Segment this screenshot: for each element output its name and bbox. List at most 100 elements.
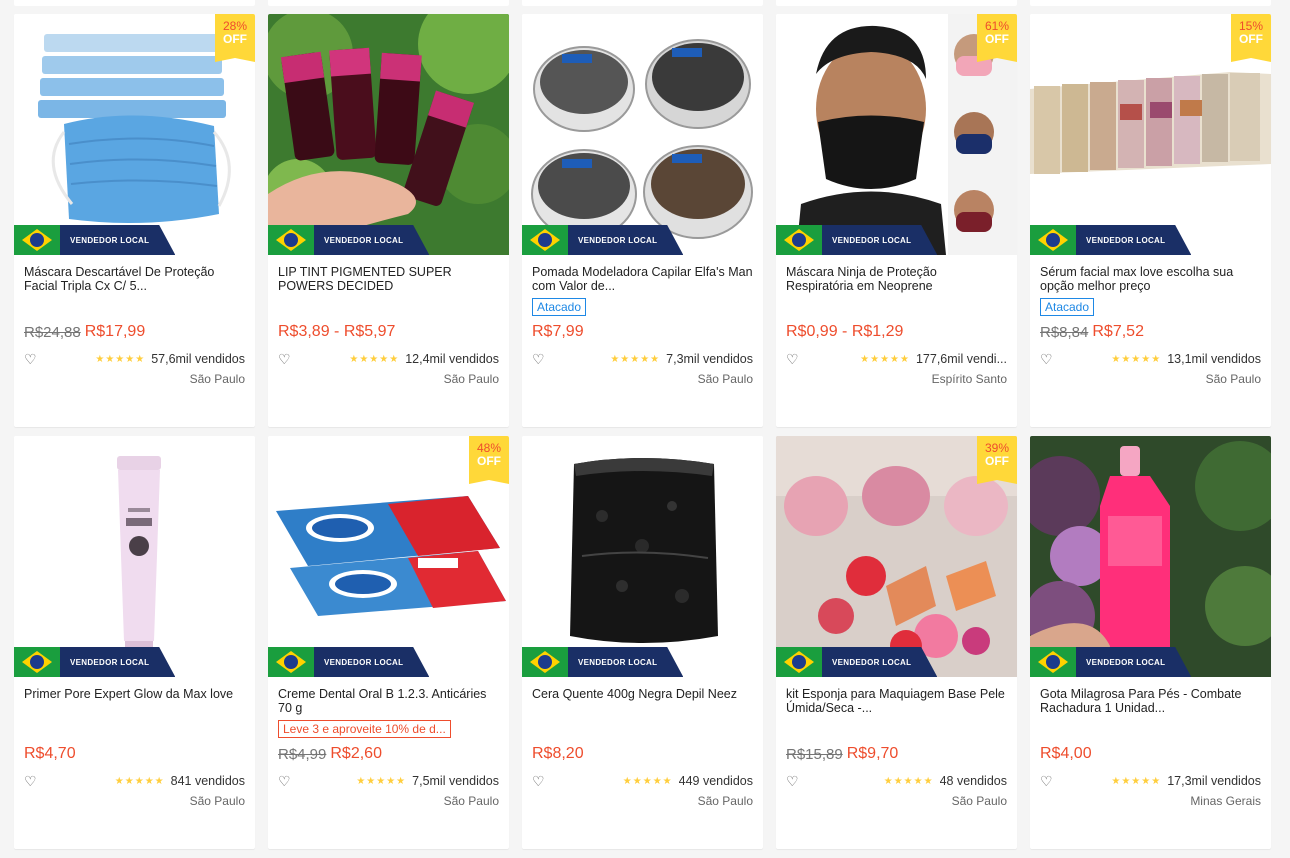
product-name[interactable]: Primer Pore Expert Glow da Max love	[24, 687, 245, 715]
sold-count: 7,5mil vendidos	[412, 774, 499, 788]
product-card[interactable]: 15% OFF VENDEDOR LOCAL Sérum facial max l…	[1030, 14, 1271, 427]
local-seller-badge: VENDEDOR LOCAL	[268, 647, 430, 677]
heart-icon[interactable]: ♡	[532, 774, 548, 788]
brazil-flag-icon	[268, 225, 314, 255]
seller-location: Espírito Santo	[931, 372, 1007, 386]
product-card[interactable]: 48% OFF VENDEDOR LOCAL Creme Dental Oral …	[268, 436, 509, 849]
brazil-flag-icon	[522, 225, 568, 255]
heart-icon[interactable]: ♡	[786, 352, 802, 366]
sold-count: 177,6mil vendi...	[915, 352, 1007, 366]
product-image[interactable]: 61% OFF VENDEDOR LOCAL	[776, 14, 1017, 255]
local-seller-badge: VENDEDOR LOCAL	[14, 225, 176, 255]
seller-location: São Paulo	[443, 372, 499, 386]
heart-icon[interactable]: ♡	[278, 774, 294, 788]
local-seller-badge: VENDEDOR LOCAL	[776, 225, 938, 255]
brazil-flag-icon	[522, 647, 568, 677]
heart-icon[interactable]: ♡	[24, 774, 40, 788]
heart-icon[interactable]: ♡	[278, 352, 294, 366]
product-name[interactable]: Pomada Modeladora Capilar Elfa's Man com…	[532, 265, 753, 293]
product-name[interactable]: Máscara Ninja de Proteção Respiratória e…	[786, 265, 1007, 293]
seller-location: Minas Gerais	[1190, 794, 1261, 808]
product-image[interactable]: VENDEDOR LOCAL	[1030, 436, 1271, 677]
local-seller-badge: VENDEDOR LOCAL	[1030, 647, 1192, 677]
sold-count: 17,3mil vendidos	[1167, 774, 1261, 788]
heart-icon[interactable]: ♡	[532, 352, 548, 366]
product-price: R$4,00	[1040, 745, 1092, 762]
local-seller-badge: VENDEDOR LOCAL	[1030, 225, 1192, 255]
rating-stars: ★★★★★	[349, 353, 400, 365]
product-price: R$9,70	[846, 745, 899, 762]
product-image[interactable]: VENDEDOR LOCAL	[522, 14, 763, 255]
product-price: R$2,60	[330, 745, 382, 762]
product-name[interactable]: Creme Dental Oral B 1.2.3. Anticáries 70…	[278, 687, 499, 715]
product-card[interactable]: VENDEDOR LOCAL Cera Quente 400g Negra De…	[522, 436, 763, 849]
product-card[interactable]: VENDEDOR LOCAL Pomada Modeladora Capilar…	[522, 14, 763, 427]
discount-badge: 48% OFF	[469, 436, 509, 484]
seller-location: São Paulo	[443, 794, 499, 808]
brazil-flag-icon	[776, 647, 822, 677]
product-name[interactable]: Máscara Descartável De Proteção Facial T…	[24, 265, 245, 293]
original-price: R$15,89	[786, 745, 843, 763]
product-price: R$0,99 - R$1,29	[786, 323, 904, 340]
heart-icon[interactable]: ♡	[1040, 352, 1056, 366]
local-seller-badge: VENDEDOR LOCAL	[14, 647, 176, 677]
wholesale-tag: Atacado	[532, 298, 587, 316]
original-price: R$24,88	[24, 323, 81, 341]
product-price: R$4,70	[24, 745, 76, 762]
seller-location: São Paulo	[697, 372, 753, 386]
product-name[interactable]: Sérum facial max love escolha sua opção …	[1040, 265, 1261, 293]
rating-stars: ★★★★★	[622, 775, 673, 787]
brazil-flag-icon	[1030, 647, 1076, 677]
product-image[interactable]: VENDEDOR LOCAL	[268, 14, 509, 255]
product-name[interactable]: Gota Milagrosa Para Pés - Combate Rachad…	[1040, 687, 1261, 715]
rating-stars: ★★★★★	[356, 775, 407, 787]
product-card[interactable]: 28% OFF VENDEDOR LOCAL Máscara Descartáve…	[14, 14, 255, 427]
product-image[interactable]: 28% OFF VENDEDOR LOCAL	[14, 14, 255, 255]
product-card[interactable]: VENDEDOR LOCAL LIP TINT PIGMENTED SUPER …	[268, 14, 509, 427]
seller-location: São Paulo	[189, 794, 245, 808]
product-price: R$3,89 - R$5,97	[278, 323, 396, 340]
sold-count: 13,1mil vendidos	[1167, 352, 1261, 366]
sold-count: 57,6mil vendidos	[151, 352, 245, 366]
discount-badge: 39% OFF	[977, 436, 1017, 484]
brazil-flag-icon	[776, 225, 822, 255]
rating-stars: ★★★★★	[1111, 353, 1162, 365]
sold-count: 48 vendidos	[939, 774, 1007, 788]
product-card[interactable]: VENDEDOR LOCAL Gota Milagrosa Para Pés -…	[1030, 436, 1271, 849]
brazil-flag-icon	[14, 647, 60, 677]
sold-count: 12,4mil vendidos	[405, 352, 499, 366]
rating-stars: ★★★★★	[883, 775, 934, 787]
product-image[interactable]: 48% OFF VENDEDOR LOCAL	[268, 436, 509, 677]
product-price: R$8,20	[532, 745, 584, 762]
heart-icon[interactable]: ♡	[1040, 774, 1056, 788]
product-card[interactable]: VENDEDOR LOCAL Primer Pore Expert Glow d…	[14, 436, 255, 849]
discount-badge: 15% OFF	[1231, 14, 1271, 62]
sold-count: 841 vendidos	[170, 774, 245, 788]
product-image[interactable]: VENDEDOR LOCAL	[14, 436, 255, 677]
product-grid: 28% OFF VENDEDOR LOCAL Máscara Descartáve…	[14, 14, 1271, 849]
product-name[interactable]: LIP TINT PIGMENTED SUPER POWERS DECIDED	[278, 265, 499, 293]
product-card[interactable]: 39% OFF VENDEDOR LOCAL kit Esponja para M…	[776, 436, 1017, 849]
heart-icon[interactable]: ♡	[786, 774, 802, 788]
local-seller-badge: VENDEDOR LOCAL	[522, 647, 684, 677]
promo-tag: Leve 3 e aproveite 10% de d...	[278, 720, 451, 738]
brazil-flag-icon	[1030, 225, 1076, 255]
product-card[interactable]: 61% OFF VENDEDOR LOCAL Máscara Ninja de P…	[776, 14, 1017, 427]
product-price: R$17,99	[84, 323, 146, 340]
brazil-flag-icon	[14, 225, 60, 255]
original-price: R$8,84	[1040, 323, 1089, 341]
heart-icon[interactable]: ♡	[24, 352, 40, 366]
original-price: R$4,99	[278, 745, 327, 763]
sold-count: 7,3mil vendidos	[666, 352, 753, 366]
seller-location: São Paulo	[189, 372, 245, 386]
product-name[interactable]: Cera Quente 400g Negra Depil Neez	[532, 687, 753, 715]
previous-row-edge	[0, 0, 1290, 6]
product-image[interactable]: 15% OFF VENDEDOR LOCAL	[1030, 14, 1271, 255]
product-name[interactable]: kit Esponja para Maquiagem Base Pele Úmi…	[786, 687, 1007, 715]
rating-stars: ★★★★★	[860, 353, 910, 365]
product-price: R$7,99	[532, 323, 584, 340]
wholesale-tag: Atacado	[1040, 298, 1095, 316]
product-image[interactable]: 39% OFF VENDEDOR LOCAL	[776, 436, 1017, 677]
brazil-flag-icon	[268, 647, 314, 677]
product-image[interactable]: VENDEDOR LOCAL	[522, 436, 763, 677]
